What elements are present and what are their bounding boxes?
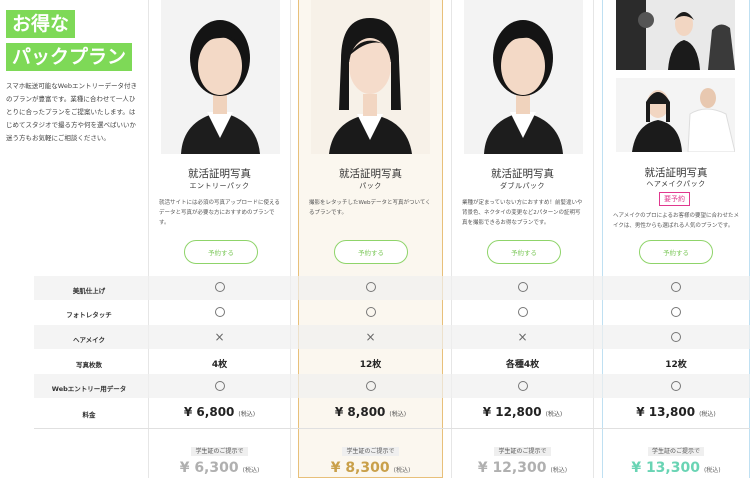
- student-label: 学生証のご提示で: [148, 446, 291, 456]
- student-price: ¥ 8,300 (税込): [330, 460, 411, 476]
- plan-title: 就活証明写真: [491, 168, 554, 180]
- cell-check: [602, 307, 750, 320]
- plan-subtitle: エントリーパック: [189, 182, 250, 190]
- circle-icon: [365, 282, 376, 292]
- student-label: 学生証のご提示で: [298, 446, 443, 456]
- cell-check: [298, 307, 443, 320]
- cell-check: [148, 307, 291, 320]
- circle-icon: [671, 332, 681, 342]
- cross-icon: ×: [214, 330, 225, 344]
- cell-check: [602, 282, 750, 295]
- cell-check: [298, 282, 443, 295]
- studio-image: [616, 0, 735, 70]
- plan-subtitle: ダブルパック: [500, 182, 545, 190]
- price-value: ¥ 13,800 (税込): [636, 405, 716, 419]
- circle-icon: [517, 282, 528, 292]
- plan-subtitle: パック: [359, 182, 382, 190]
- circle-icon: [214, 282, 225, 292]
- cell-check: [298, 381, 443, 394]
- row-label-retouch: フォトレタッチ: [66, 311, 112, 319]
- plan-description: ヘアメイクのプロによるお客様の要望に合わせたメイクは、男性からも選ばれる人気のプ…: [613, 213, 739, 229]
- reservation-required-badge: 要予約: [659, 192, 690, 206]
- cross-icon: ×: [365, 330, 376, 344]
- student-label: 学生証のご提示で: [602, 446, 750, 456]
- cross-icon: ×: [517, 330, 528, 344]
- cell-photo-count: 4枚: [211, 360, 228, 370]
- circle-icon: [671, 381, 681, 391]
- reserve-button[interactable]: 予約する: [334, 240, 408, 264]
- row-label-web-data: Webエントリー用データ: [51, 385, 127, 393]
- portrait-image: [464, 0, 583, 154]
- plan-description: 就活サイトには必須の写真アップロードに使えるデータと写真が必要な方におすすめのプ…: [159, 200, 280, 226]
- row-label-count: 写真枚数: [76, 361, 102, 369]
- row-label-price: 料金: [82, 411, 96, 419]
- row-label-skin: 美肌仕上げ: [72, 287, 106, 295]
- circle-icon: [214, 381, 225, 391]
- table-divider: [34, 428, 750, 429]
- student-price: ¥ 6,300 (税込): [179, 460, 260, 476]
- circle-icon: [365, 381, 376, 391]
- circle-icon: [365, 307, 376, 317]
- studio-photo-b: [616, 78, 735, 152]
- circle-icon: [517, 307, 528, 317]
- plan-photo: [311, 0, 430, 154]
- makeup-image: [616, 78, 735, 152]
- cell-photo-count: 12枚: [359, 360, 382, 370]
- circle-icon: [214, 307, 225, 317]
- cell-check: [602, 381, 750, 394]
- plan-title: 就活証明写真: [188, 168, 251, 180]
- circle-icon: [671, 282, 681, 292]
- circle-icon: [671, 307, 681, 317]
- reserve-button[interactable]: 予約する: [184, 240, 258, 264]
- cell-check: [602, 332, 750, 345]
- portrait-image: [311, 0, 430, 154]
- student-label: 学生証のご提示で: [451, 446, 594, 456]
- intro-heading-line2: パックプラン: [6, 43, 133, 71]
- intro-section: お得な パックプラン スマホ転送可能なWebエントリーデータ付きのプランが豊富で…: [0, 0, 148, 270]
- intro-description: スマホ転送可能なWebエントリーデータ付きのプランが豊富です。業種に合わせて一人…: [6, 82, 137, 142]
- price-value: ¥ 12,800 (税込): [482, 405, 563, 419]
- cell-cross: ×: [298, 330, 443, 344]
- portrait-image: [161, 0, 280, 154]
- cell-check: [148, 282, 291, 295]
- price-value: ¥ 8,800 (税込): [334, 405, 407, 419]
- cell-cross: ×: [148, 330, 291, 344]
- student-price: ¥ 13,300 (税込): [631, 460, 721, 476]
- plan-subtitle: ヘアメイクパック: [646, 180, 706, 188]
- student-price: ¥ 12,300 (税込): [477, 460, 568, 476]
- plan-title: 就活証明写真: [644, 167, 708, 179]
- row-label-hairmake: ヘアメイク: [72, 336, 106, 344]
- reserve-button[interactable]: 予約する: [487, 240, 561, 264]
- plan-title: 就活証明写真: [339, 168, 402, 180]
- intro-heading-line1: お得な: [6, 10, 76, 38]
- cell-check: [451, 282, 594, 295]
- cell-check: [451, 381, 594, 394]
- price-value: ¥ 6,800 (税込): [183, 405, 256, 419]
- cell-photo-count: 各種4枚: [505, 360, 540, 370]
- plan-description: 撮影をレタッチしたWebデータと写真がついてくるプランです。: [309, 200, 431, 216]
- cell-check: [451, 307, 594, 320]
- cell-cross: ×: [451, 330, 594, 344]
- circle-icon: [517, 381, 528, 391]
- studio-photo-a: [616, 0, 735, 70]
- reserve-button[interactable]: 予約する: [639, 240, 713, 264]
- plan-photo: [464, 0, 583, 154]
- cell-check: [148, 381, 291, 394]
- cell-photo-count: 12枚: [665, 360, 687, 370]
- plan-photo: [161, 0, 280, 154]
- plan-description: 業種が定まっていない方におすすめ！前髪違いや背景色、ネクタイの変更など2パターン…: [462, 200, 583, 226]
